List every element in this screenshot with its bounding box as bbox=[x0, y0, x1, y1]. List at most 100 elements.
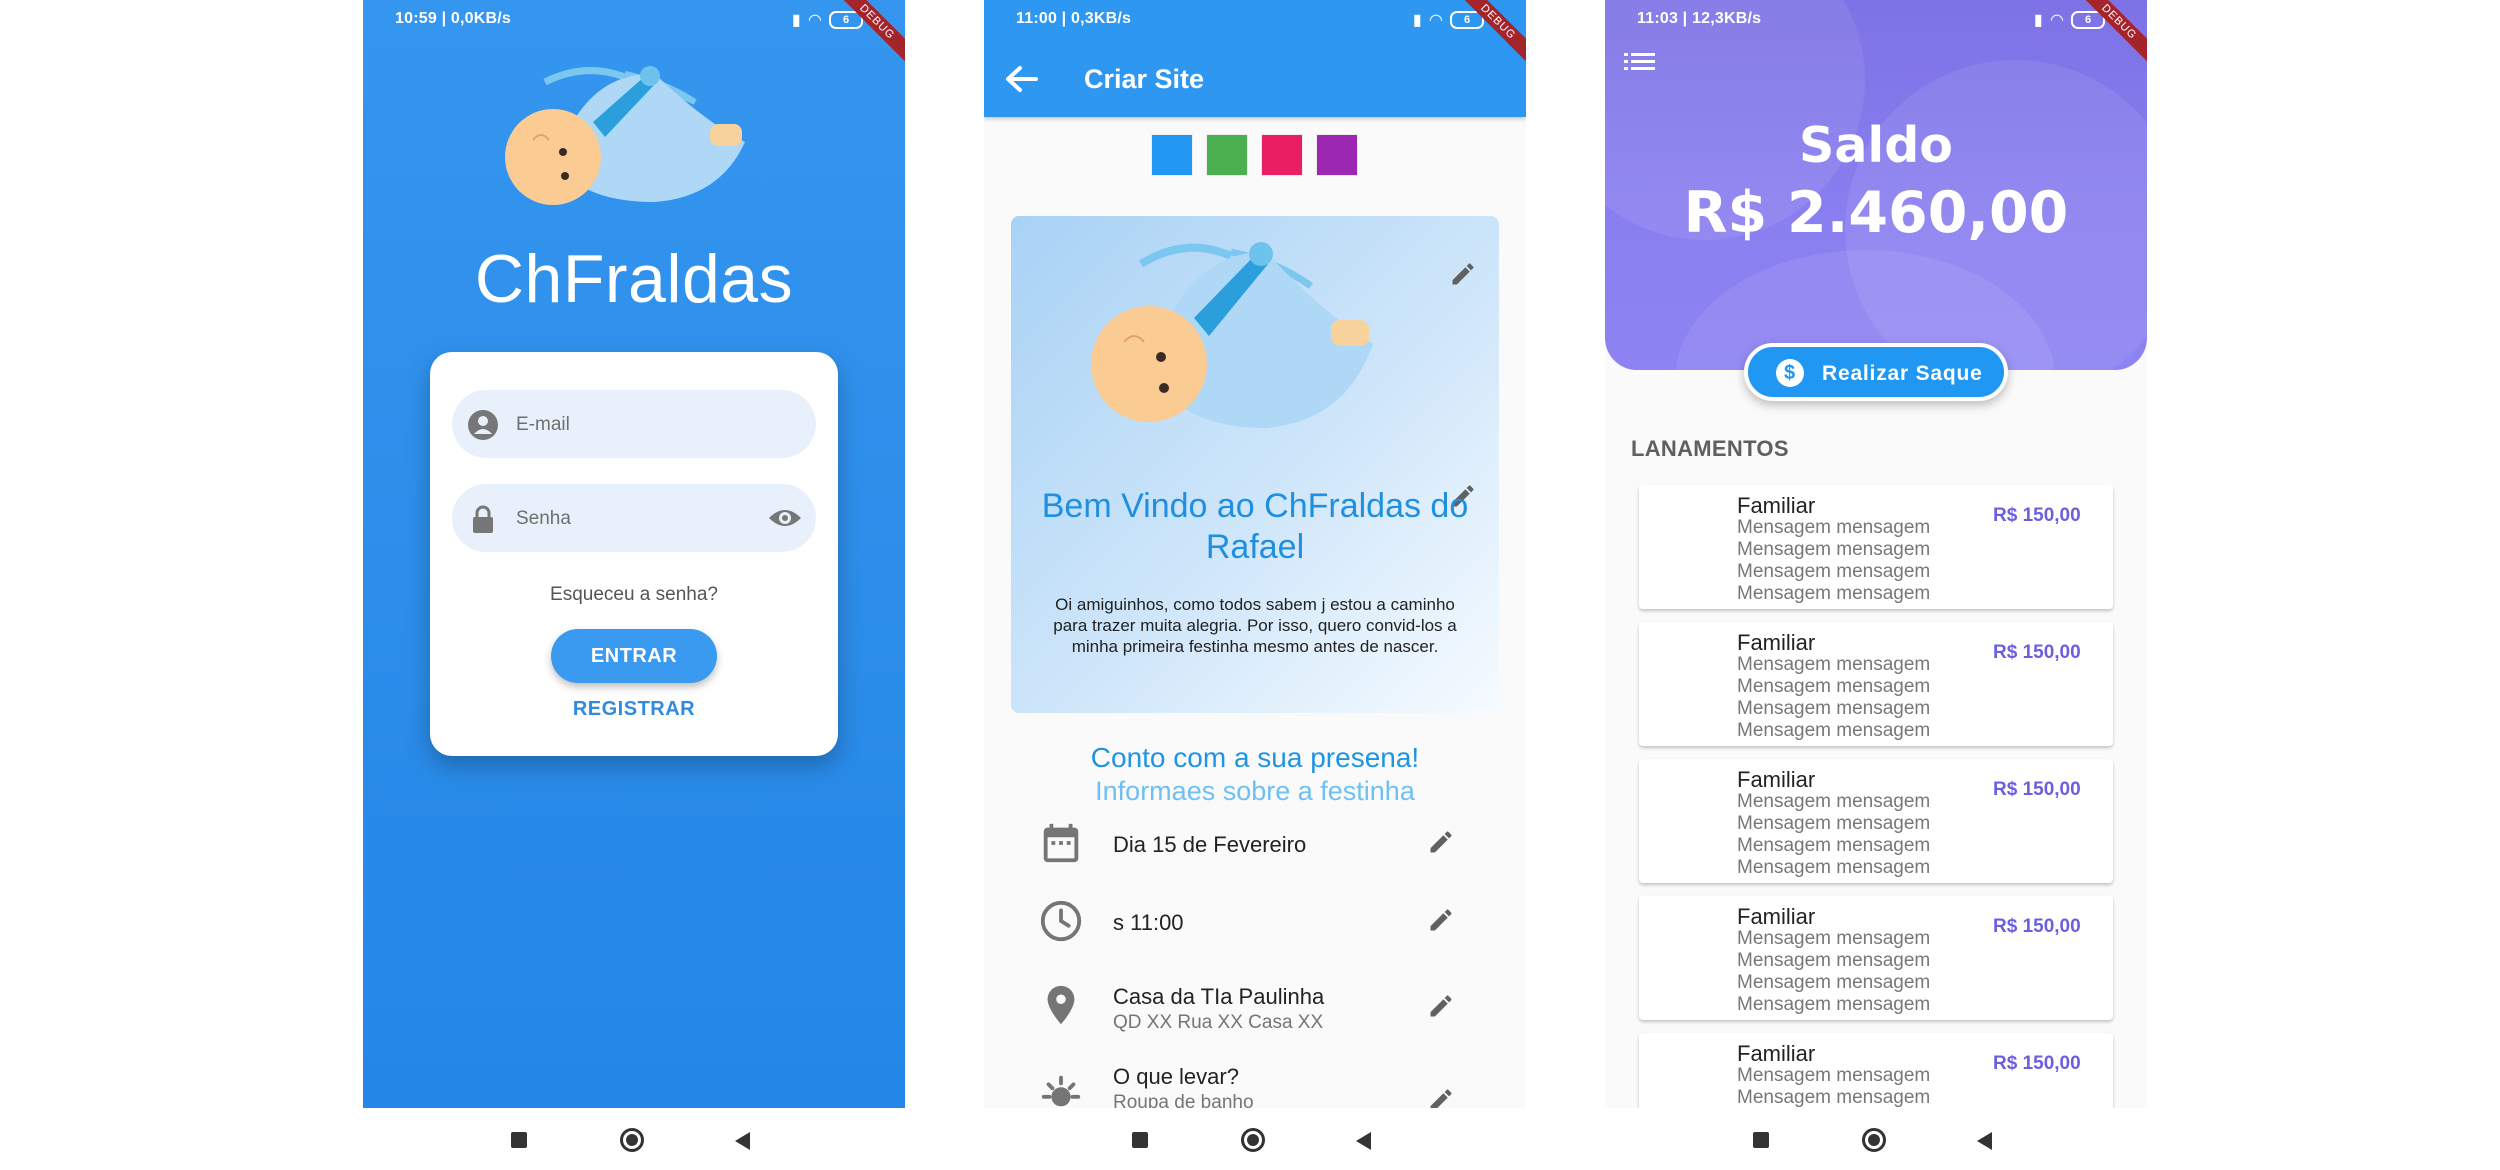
email-input[interactable] bbox=[514, 390, 758, 460]
welcome-message: Oi amiguinhos, como todos sabem j estou … bbox=[1053, 595, 1457, 656]
edit-pencil-icon[interactable] bbox=[1427, 992, 1455, 1020]
party-info-title: Informaes sobre a festinha bbox=[1095, 776, 1415, 806]
status-icons: ▮ ◠ 6 bbox=[792, 10, 863, 30]
back-icon[interactable] bbox=[1977, 1132, 1992, 1150]
android-nav-bar bbox=[984, 1108, 1526, 1170]
color-swatch-pink[interactable] bbox=[1261, 134, 1303, 176]
detail-subtext: Roupa de banho bbox=[1113, 1092, 1254, 1108]
back-icon[interactable] bbox=[1356, 1132, 1371, 1150]
account-circle-icon bbox=[468, 410, 498, 440]
balance-screen: Saldo R$ 2.460,00 11:03 | 12,3KB/s ▮ ◠ 6… bbox=[1605, 0, 2147, 1108]
baby-logo-icon bbox=[505, 66, 745, 205]
password-field[interactable] bbox=[452, 484, 816, 554]
entry-card[interactable]: Familiar Mensagem mensagem Mensagem mens… bbox=[1639, 485, 2113, 609]
entry-card[interactable]: Familiar Mensagem mensagem Mensagem mens… bbox=[1639, 896, 2113, 1020]
detail-text: s 11:00 bbox=[1113, 910, 1184, 935]
sun-icon bbox=[1041, 1075, 1081, 1107]
withdraw-label: Realizar Saque bbox=[1822, 362, 1983, 385]
entry-card[interactable]: Familiar Mensagem mensagem Mensagem mens… bbox=[1639, 622, 2113, 746]
entry-card[interactable]: Familiar Mensagem mensagem Mensagem mens… bbox=[1639, 1033, 2113, 1108]
signal-icon: ▮ bbox=[2033, 12, 2043, 29]
entry-message: Mensagem mensagem Mensagem mensagem Mens… bbox=[1737, 928, 1931, 1015]
detail-text: Casa da TIa Paulinha bbox=[1113, 984, 1325, 1009]
status-time: 11:03 | 12,3KB/s bbox=[1637, 10, 1762, 27]
status-bar: 10:59 | 0,0KB/s ▮ ◠ 6 bbox=[363, 0, 905, 40]
site-editor-screen: Criar Site 11:00 | 0,3KB/s ▮ ◠ 6 DEBUG B… bbox=[984, 0, 1526, 1108]
detail-subtext: QD XX Rua XX Casa XX bbox=[1113, 1012, 1324, 1033]
detail-text: Dia 15 de Fevereiro bbox=[1113, 832, 1307, 857]
email-field[interactable] bbox=[452, 390, 816, 460]
android-nav-bar bbox=[363, 1108, 905, 1170]
login-button[interactable]: ENTRAR bbox=[551, 629, 717, 683]
menu-list-icon[interactable] bbox=[1623, 48, 1657, 76]
register-link[interactable]: REGISTRAR bbox=[430, 698, 838, 721]
edit-pencil-icon[interactable] bbox=[1427, 906, 1455, 934]
entry-message: Mensagem mensagem Mensagem mensagem Mens… bbox=[1737, 791, 1931, 878]
entry-card[interactable]: Familiar Mensagem mensagem Mensagem mens… bbox=[1639, 759, 2113, 883]
status-bar: 11:00 | 0,3KB/s ▮ ◠ 6 bbox=[984, 0, 1526, 40]
balance-value: R$ 2.460,00 bbox=[1683, 180, 2069, 246]
detail-row-what-to-bring: O que levar? Roupa de banho bbox=[984, 1050, 1526, 1108]
entry-title: Familiar bbox=[1737, 767, 1816, 792]
entry-title: Familiar bbox=[1737, 904, 1816, 929]
login-card: Esqueceu a senha? ENTRAR REGISTRAR bbox=[430, 352, 838, 756]
entry-message: Mensagem mensagem Mensagem mensagem Mens… bbox=[1737, 654, 1931, 741]
home-icon[interactable] bbox=[620, 1128, 644, 1152]
edit-image-pencil-icon[interactable] bbox=[1449, 260, 1477, 288]
entry-amount: R$ 150,00 bbox=[1993, 642, 2081, 663]
entry-title: Familiar bbox=[1737, 1041, 1816, 1066]
edit-pencil-icon[interactable] bbox=[1427, 828, 1455, 856]
app-name: ChFraldas bbox=[474, 241, 794, 317]
withdraw-button[interactable]: $ Realizar Saque bbox=[1744, 343, 2008, 401]
location-pin-icon bbox=[1047, 985, 1075, 1025]
detail-row-date: Dia 15 de Fevereiro bbox=[984, 806, 1526, 882]
entry-title: Familiar bbox=[1737, 493, 1816, 518]
color-swatch-green[interactable] bbox=[1206, 134, 1248, 176]
forgot-password-link[interactable]: Esqueceu a senha? bbox=[430, 584, 838, 606]
status-bar: 11:03 | 12,3KB/s ▮ ◠ 6 bbox=[1605, 0, 2147, 40]
dollar-icon: $ bbox=[1776, 359, 1804, 387]
color-swatch-blue[interactable] bbox=[1151, 134, 1193, 176]
back-icon[interactable] bbox=[735, 1132, 750, 1150]
clock-icon bbox=[1040, 900, 1082, 942]
entry-message: Mensagem mensagem Mensagem mensagem Mens… bbox=[1737, 517, 1931, 604]
android-nav-bar bbox=[1605, 1108, 2147, 1170]
presence-title: Conto com a sua presena! bbox=[1090, 742, 1420, 773]
lock-icon bbox=[473, 505, 493, 533]
page-title: Criar Site bbox=[1084, 64, 1205, 94]
wifi-icon: ◠ bbox=[1429, 12, 1442, 29]
wifi-icon: ◠ bbox=[2050, 12, 2063, 29]
entry-amount: R$ 150,00 bbox=[1993, 916, 2081, 937]
status-time: 11:00 | 0,3KB/s bbox=[1016, 10, 1132, 27]
balance-title: Saldo bbox=[1799, 117, 1953, 174]
eye-icon[interactable] bbox=[768, 504, 802, 532]
entry-amount: R$ 150,00 bbox=[1993, 1053, 2081, 1074]
color-swatch-purple[interactable] bbox=[1316, 134, 1358, 176]
status-time: 10:59 | 0,0KB/s bbox=[395, 10, 511, 27]
baby-logo-icon bbox=[1091, 242, 1373, 428]
signal-icon: ▮ bbox=[1412, 12, 1422, 29]
password-input[interactable] bbox=[514, 484, 758, 554]
recents-icon[interactable] bbox=[1753, 1132, 1769, 1148]
recents-icon[interactable] bbox=[511, 1132, 527, 1148]
welcome-card: Bem Vindo ao ChFraldas do Rafael Oi amig… bbox=[1011, 216, 1499, 713]
detail-row-location: Casa da TIa Paulinha QD XX Rua XX Casa X… bbox=[984, 968, 1526, 1044]
home-icon[interactable] bbox=[1862, 1128, 1886, 1152]
signal-icon: ▮ bbox=[791, 12, 801, 29]
entries-title: LANAMENTOS bbox=[1631, 436, 1789, 461]
calendar-icon bbox=[1043, 823, 1079, 863]
recents-icon[interactable] bbox=[1132, 1132, 1148, 1148]
entry-amount: R$ 150,00 bbox=[1993, 779, 2081, 800]
wifi-icon: ◠ bbox=[808, 12, 821, 29]
back-arrow-icon[interactable] bbox=[1004, 64, 1038, 94]
detail-text: O que levar? bbox=[1113, 1064, 1239, 1089]
entry-amount: R$ 150,00 bbox=[1993, 505, 2081, 526]
entry-title: Familiar bbox=[1737, 630, 1816, 655]
balance-header: Saldo R$ 2.460,00 bbox=[1605, 0, 2147, 370]
edit-pencil-icon[interactable] bbox=[1427, 1086, 1455, 1108]
home-icon[interactable] bbox=[1241, 1128, 1265, 1152]
entry-message: Mensagem mensagem Mensagem mensagem bbox=[1737, 1065, 1931, 1108]
welcome-title: Bem Vindo ao ChFraldas do Rafael bbox=[1041, 487, 1469, 566]
status-icons: ▮ ◠ 6 bbox=[1413, 10, 1484, 30]
detail-row-time: s 11:00 bbox=[984, 884, 1526, 960]
